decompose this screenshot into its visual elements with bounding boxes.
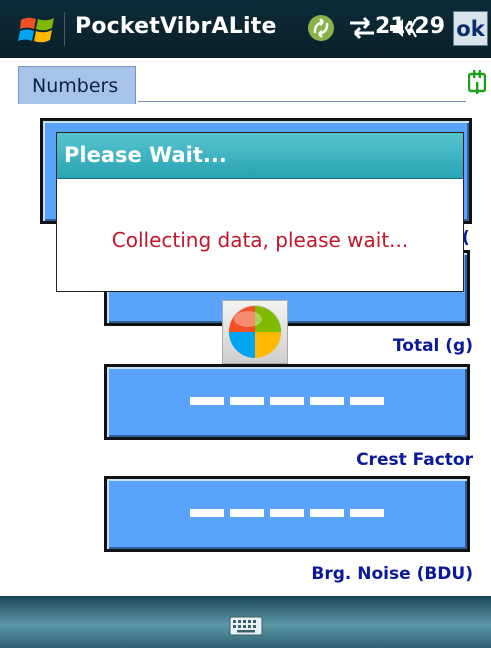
reading-box-brg-noise — [104, 476, 470, 552]
busy-wheel-icon — [228, 305, 282, 359]
sync-icon[interactable] — [306, 13, 336, 43]
caption-total-g: Total (g) — [392, 336, 473, 356]
reading-box-crest-factor — [104, 364, 470, 440]
caption-brg-noise: Brg. Noise (BDU) — [311, 564, 473, 584]
caption-crest-factor: Crest Factor — [356, 450, 473, 470]
connectivity-icon[interactable] — [347, 15, 377, 41]
dialog-header: Please Wait... — [57, 133, 463, 179]
tab-divider — [138, 101, 466, 102]
keyboard-icon[interactable] — [229, 616, 263, 636]
please-wait-dialog: Please Wait... Collecting data, please w… — [56, 132, 464, 292]
power-plug-icon — [468, 70, 486, 94]
ok-button[interactable]: ok — [453, 11, 488, 46]
windows-start-icon[interactable] — [18, 14, 58, 46]
reading-value-dashes — [107, 390, 467, 409]
busy-indicator — [222, 300, 288, 364]
app-title: PocketVibrALite — [75, 14, 277, 39]
title-separator — [64, 12, 65, 46]
clock: 21:29 — [374, 14, 445, 39]
reading-value-dashes — [107, 502, 467, 521]
dialog-title: Please Wait... — [64, 143, 227, 167]
tab-numbers[interactable]: Numbers — [18, 66, 136, 104]
dialog-message: Collecting data, please wait... — [111, 228, 409, 252]
